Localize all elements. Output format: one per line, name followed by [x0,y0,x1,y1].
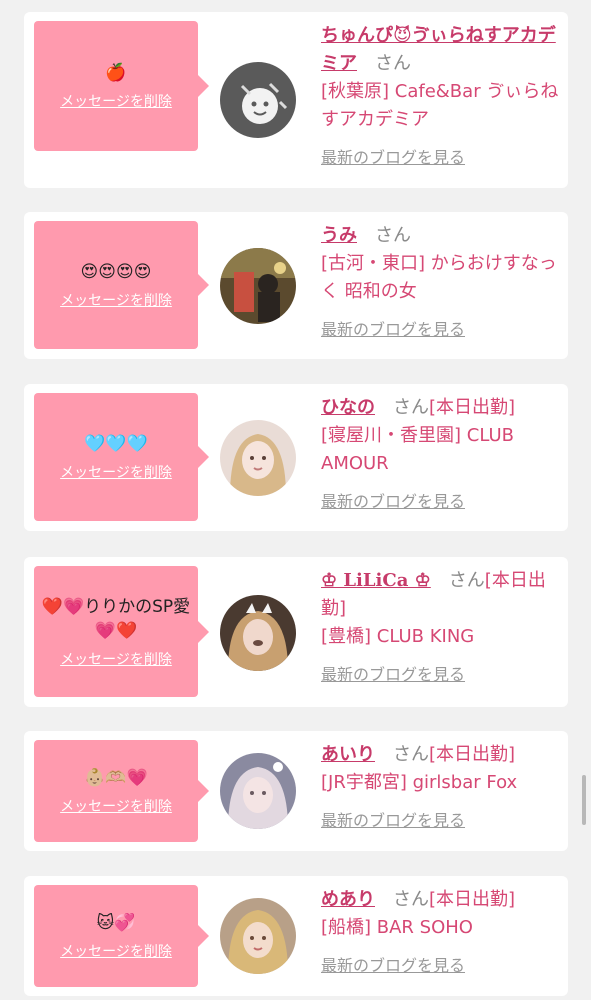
avatar[interactable] [220,753,296,829]
sender-info: めあり さん[本日出勤] [船橋] BAR SOHO 最新のブログを見る [321,886,561,976]
message-card: 👶🏼🫶🏼💗 メッセージを削除 あいり さん[本日出勤] [JR宇都宮] girls… [24,731,568,851]
sender-info: ♔ LiLiCa ♔ さん[本日出勤] [豊橋] CLUB KING 最新のブログ… [321,567,561,685]
message-text: 🍎 [105,63,127,83]
avatar-image [220,753,296,829]
honorific: さん [375,225,411,246]
honorific: さん [375,53,411,74]
avatar[interactable] [220,595,296,671]
message-bubble: 👶🏼🫶🏼💗 メッセージを削除 [34,740,209,842]
shop-name: [秋葉原] Cafe&Bar ゔぃらねすアカデミア [321,81,559,130]
shop-name: [船橋] BAR SOHO [321,917,473,938]
sender-info: ひなの さん[本日出勤] [寝屋川・香里園] CLUB AMOUR 最新のブログを… [321,394,561,512]
honorific: さん [448,570,485,591]
sender-info: ちゅんぴ😈ゔぃらねすアカデミア さん [秋葉原] Cafe&Bar ゔぃらねすアカ… [321,22,561,168]
latest-blog-link[interactable]: 最新のブログを見る [321,952,465,976]
message-bubble: 🩵🩵🩵 メッセージを削除 [34,393,209,521]
shop-name: [JR宇都宮] girlsbar Fox [321,772,518,793]
message-text: 😍😍😍😍 [80,262,152,282]
message-bubble: 😍😍😍😍 メッセージを削除 [34,221,209,349]
avatar-image [220,248,296,324]
status-label: [本日出勤] [429,889,516,910]
avatar[interactable] [220,420,296,496]
delete-message-link[interactable]: メッセージを削除 [60,649,172,669]
delete-message-link[interactable]: メッセージを削除 [60,462,172,482]
message-bubble: ❤️💗りりかのSP愛💗❤️ メッセージを削除 [34,566,209,697]
latest-blog-link[interactable]: 最新のブログを見る [321,661,465,685]
message-card: 🍎 メッセージを削除 ちゅんぴ😈ゔぃらねすアカデミア さん [秋葉原] Cafe&… [24,12,568,188]
sender-name-link[interactable]: ひなの [321,397,375,418]
message-text: 🩵🩵🩵 [84,434,148,454]
sender-name-link[interactable]: あいり [321,744,375,765]
latest-blog-link[interactable]: 最新のブログを見る [321,488,465,512]
honorific: さん [393,889,429,910]
latest-blog-link[interactable]: 最新のブログを見る [321,144,465,168]
message-bubble: 🐱💞 メッセージを削除 [34,885,209,987]
shop-name: [寝屋川・香里園] CLUB AMOUR [321,425,514,474]
status-label: [本日出勤] [429,744,516,765]
delete-message-link[interactable]: メッセージを削除 [60,290,172,310]
avatar[interactable] [220,248,296,324]
message-bubble: 🍎 メッセージを削除 [34,21,209,151]
avatar-image [220,420,296,496]
message-text: 🐱💞 [96,913,136,933]
sender-name-link[interactable]: うみ [321,225,357,246]
latest-blog-link[interactable]: 最新のブログを見る [321,316,465,340]
shop-name: [古河・東口] からおけすなっく 昭和の女 [321,253,557,302]
sender-name-link[interactable]: ♔ LiLiCa ♔ [321,570,431,591]
message-card: ❤️💗りりかのSP愛💗❤️ メッセージを削除 ♔ LiLiCa ♔ さん[本日出勤… [24,557,568,707]
scrollbar[interactable] [582,775,586,825]
status-label: [本日出勤] [429,397,516,418]
delete-message-link[interactable]: メッセージを削除 [60,796,172,816]
avatar[interactable] [220,62,296,138]
avatar[interactable] [220,898,296,974]
message-card: 😍😍😍😍 メッセージを削除 うみ さん [古河・東口] からおけすなっく 昭和の女… [24,212,568,359]
sender-info: あいり さん[本日出勤] [JR宇都宮] girlsbar Fox 最新のブログを… [321,741,561,831]
delete-message-link[interactable]: メッセージを削除 [60,91,172,111]
message-text: 👶🏼🫶🏼💗 [84,768,148,788]
message-card: 🐱💞 メッセージを削除 めあり さん[本日出勤] [船橋] BAR SOHO 最新… [24,876,568,996]
avatar-image [220,595,296,671]
avatar-image [220,62,296,138]
honorific: さん [393,744,429,765]
sender-info: うみ さん [古河・東口] からおけすなっく 昭和の女 最新のブログを見る [321,222,561,340]
message-card: 🩵🩵🩵 メッセージを削除 ひなの さん[本日出勤] [寝屋川・香里園] CLUB … [24,384,568,531]
latest-blog-link[interactable]: 最新のブログを見る [321,807,465,831]
sender-name-link[interactable]: ちゅんぴ😈ゔぃらねすアカデミア [321,25,556,74]
message-text: ❤️💗りりかのSP愛💗❤️ [41,596,191,641]
delete-message-link[interactable]: メッセージを削除 [60,941,172,961]
honorific: さん [393,397,429,418]
sender-name-link[interactable]: めあり [321,889,375,910]
avatar-image [220,898,296,974]
shop-name: [豊橋] CLUB KING [321,626,475,647]
